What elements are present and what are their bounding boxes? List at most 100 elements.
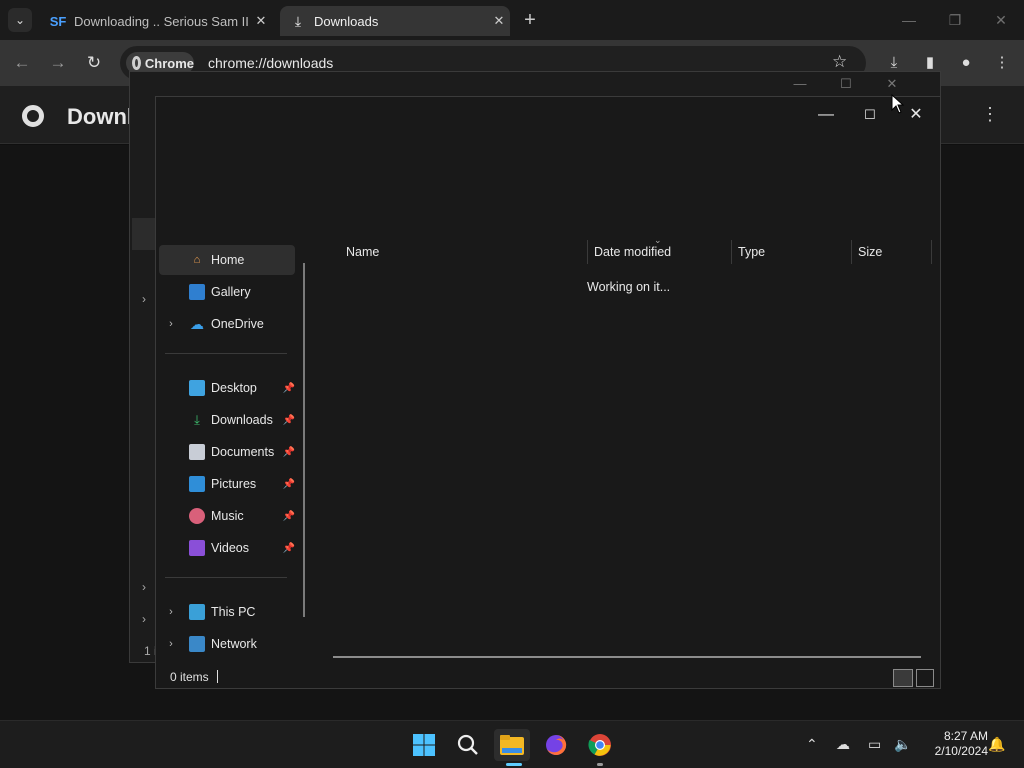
nav-item-label: Downloads xyxy=(211,413,273,427)
pin-icon[interactable]: 📌 xyxy=(283,447,295,458)
chevron-right-icon[interactable]: › xyxy=(142,580,146,594)
nav-item-downloads[interactable]: ⤓ Downloads 📌 xyxy=(159,405,295,435)
chrome-tab-bar: ⌄ SF Downloading .. Serious Sam II - ✕ ⤓… xyxy=(0,0,1024,40)
tab-title: Downloading .. Serious Sam II - xyxy=(74,13,250,29)
active-app-indicator xyxy=(506,763,522,766)
tab-close-icon[interactable]: ✕ xyxy=(488,13,510,29)
volume-muted-icon[interactable]: 🔈 xyxy=(894,736,911,753)
nav-item-label: Gallery xyxy=(211,285,251,299)
file-explorer-window: — ☐ ✕ ⌂ Home Gallery › ☁ OneDrive Deskto… xyxy=(155,96,941,689)
nav-item-pictures[interactable]: Pictures 📌 xyxy=(159,469,295,499)
nav-item-label: Documents xyxy=(211,445,275,459)
tab-downloads[interactable]: ⤓ Downloads ✕ xyxy=(280,6,510,36)
documents-icon xyxy=(189,444,205,460)
nav-item-desktop[interactable]: Desktop 📌 xyxy=(159,373,295,403)
restore-icon[interactable]: ❐ xyxy=(935,8,975,32)
file-explorer-icon[interactable] xyxy=(494,729,530,761)
back-icon[interactable]: ← xyxy=(10,51,34,75)
chevron-right-icon[interactable]: › xyxy=(142,292,146,306)
bookmark-star-icon[interactable]: ☆ xyxy=(832,52,847,72)
loading-status-text: Working on it... xyxy=(587,280,671,294)
nav-item-home[interactable]: ⌂ Home xyxy=(159,245,295,275)
search-icon[interactable] xyxy=(450,729,486,761)
download-icon: ⤓ xyxy=(294,12,302,29)
chip-label: Chrome xyxy=(144,55,194,71)
nav-item-label: Pictures xyxy=(211,477,257,491)
item-count: 0 items xyxy=(170,670,209,684)
nav-item-label: This PC xyxy=(211,605,256,619)
videos-icon xyxy=(189,540,205,556)
downloads-icon: ⤓ xyxy=(194,412,200,427)
nav-item-network[interactable]: › Network xyxy=(159,629,295,659)
column-separator[interactable] xyxy=(931,240,932,264)
nav-item-label: Videos xyxy=(211,541,249,555)
forward-icon[interactable]: → xyxy=(46,51,70,75)
nav-item-music[interactable]: Music 📌 xyxy=(159,501,295,531)
column-separator[interactable] xyxy=(587,240,588,264)
horizontal-scrollbar[interactable] xyxy=(333,656,921,658)
maximize-icon[interactable]: ☐ xyxy=(848,103,892,127)
pin-icon[interactable]: 📌 xyxy=(283,415,295,426)
nav-divider xyxy=(165,577,287,578)
new-tab-button[interactable]: + xyxy=(518,8,542,32)
chevron-right-icon[interactable]: › xyxy=(142,612,146,626)
this-pc-icon xyxy=(189,604,205,620)
tab-title: Downloads xyxy=(314,13,379,29)
pin-icon[interactable]: 📌 xyxy=(283,511,295,522)
tab-downloading-serious-sam[interactable]: SF Downloading .. Serious Sam II - ✕ xyxy=(40,6,272,36)
reload-icon[interactable]: ↻ xyxy=(82,51,106,75)
profile-icon[interactable]: ● xyxy=(954,51,978,75)
chevron-up-icon[interactable]: ⌃ xyxy=(806,736,818,753)
pin-icon[interactable]: 📌 xyxy=(283,479,295,490)
tab-search-button[interactable]: ⌄ xyxy=(8,8,32,32)
chevron-right-icon[interactable]: › xyxy=(159,318,183,330)
chevron-right-icon[interactable]: › xyxy=(159,638,183,650)
nav-item-label: Desktop xyxy=(211,381,257,395)
chrome-logo-icon xyxy=(22,105,44,127)
firefox-icon[interactable] xyxy=(538,729,574,761)
desktop-icon xyxy=(189,380,205,396)
minimize-icon[interactable]: — xyxy=(889,8,929,32)
nav-divider xyxy=(165,353,287,354)
close-icon[interactable]: ✕ xyxy=(981,8,1021,32)
minimize-icon[interactable]: — xyxy=(804,103,848,127)
chrome-menu-icon[interactable]: ⋮ xyxy=(990,51,1014,75)
chrome-icon[interactable] xyxy=(582,729,618,761)
column-header-date-modified[interactable]: Date modified xyxy=(594,245,671,259)
close-icon[interactable]: ✕ xyxy=(872,76,912,92)
minimize-icon[interactable]: — xyxy=(780,76,820,91)
downloads-menu-icon[interactable]: ⋮ xyxy=(980,104,1000,125)
onedrive-offline-icon[interactable]: ☁ xyxy=(836,736,850,753)
network-icon[interactable]: ▭ xyxy=(868,736,881,753)
tab-close-icon[interactable]: ✕ xyxy=(250,13,272,29)
chrome-icon xyxy=(132,56,141,70)
large-icons-view-icon[interactable] xyxy=(916,669,934,687)
running-app-indicator xyxy=(597,763,603,766)
column-separator[interactable] xyxy=(851,240,852,264)
column-header-size[interactable]: Size xyxy=(858,245,882,259)
pin-icon[interactable]: 📌 xyxy=(283,383,295,394)
column-separator[interactable] xyxy=(731,240,732,264)
nav-pane-scrollbar[interactable] xyxy=(303,263,305,617)
nav-item-videos[interactable]: Videos 📌 xyxy=(159,533,295,563)
nav-item-onedrive[interactable]: › ☁ OneDrive xyxy=(159,309,295,339)
start-icon[interactable] xyxy=(406,729,442,761)
notification-bell-icon[interactable]: 🔔 xyxy=(988,736,1005,753)
status-bar: 0 items xyxy=(156,665,940,689)
gallery-icon xyxy=(189,284,205,300)
pin-icon[interactable]: 📌 xyxy=(283,543,295,554)
maximize-icon[interactable]: ☐ xyxy=(826,76,866,92)
chevron-right-icon[interactable]: › xyxy=(159,606,183,618)
pictures-icon xyxy=(189,476,205,492)
column-header-name[interactable]: Name xyxy=(346,245,379,259)
clock-time: 8:27 AM xyxy=(943,729,988,743)
url-text[interactable]: chrome://downloads xyxy=(208,55,333,71)
details-view-icon[interactable] xyxy=(893,669,913,687)
nav-item-label: Music xyxy=(211,509,244,523)
system-clock[interactable]: 8:27 AM 2/10/2024 xyxy=(916,729,988,759)
column-header-type[interactable]: Type xyxy=(738,245,765,259)
nav-item-this-pc[interactable]: › This PC xyxy=(159,597,295,627)
nav-item-documents[interactable]: Documents 📌 xyxy=(159,437,295,467)
sourceforge-icon: SF xyxy=(49,13,67,29)
nav-item-gallery[interactable]: Gallery xyxy=(159,277,295,307)
